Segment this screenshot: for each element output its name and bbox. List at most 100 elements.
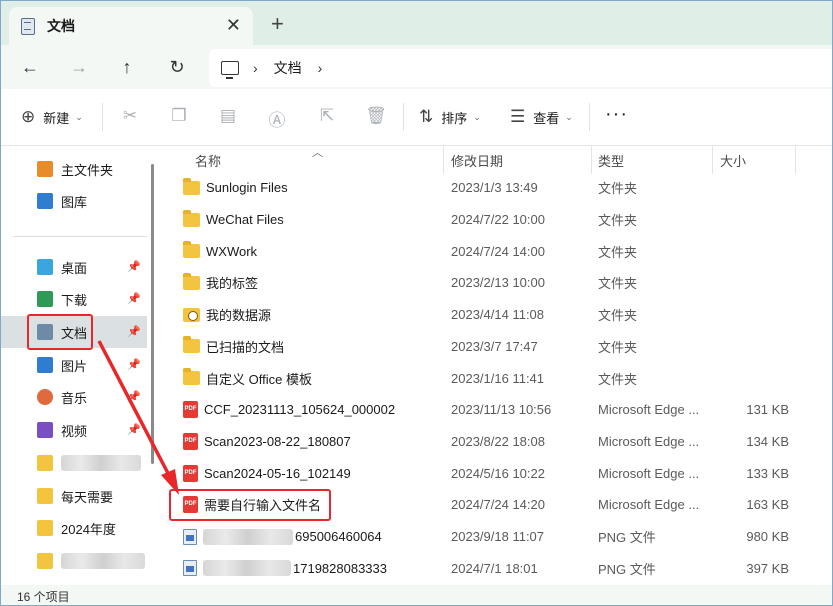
sidebar-item-daily[interactable]: 每天需要	[1, 480, 147, 512]
column-header-size[interactable]: 大小	[720, 146, 746, 174]
column-divider[interactable]	[591, 146, 592, 174]
file-date: 2024/5/16 10:22	[451, 465, 545, 481]
sidebar-item-desktop[interactable]: 桌面 📌	[1, 251, 147, 283]
column-divider[interactable]	[712, 146, 713, 174]
close-tab-icon[interactable]: ✕	[226, 16, 241, 34]
table-row[interactable]: PDF CCF_20231113_105624_000002 2023/11/13…	[161, 394, 832, 426]
column-divider[interactable]	[795, 146, 796, 174]
back-button[interactable]: ←	[17, 55, 43, 79]
sidebar-scrollbar[interactable]	[151, 164, 154, 464]
video-icon	[37, 422, 53, 438]
table-row[interactable]: PDF Scan2024-05-16_102149 2024/5/16 10:22…	[161, 457, 832, 489]
sidebar-item-label: 图库	[61, 194, 88, 210]
sidebar-item-home[interactable]: 主文件夹	[1, 153, 147, 185]
file-type: 文件夹	[598, 339, 638, 355]
home-icon	[37, 161, 53, 177]
file-date: 2023/4/14 11:08	[451, 307, 545, 323]
file-date: 2023/3/7 17:47	[451, 338, 538, 354]
command-bar: ⊕ 新建 ⌄ ✂ ❐ ▤ Ⓐ ⇱ 🗑 ⇅ 排序 ⌄ ☰ 查看 ⌄ ···	[1, 89, 832, 146]
toolbar-divider	[589, 103, 590, 131]
file-type: 文件夹	[598, 371, 638, 387]
table-row[interactable]: 自定义 Office 模板 2023/1/16 11:41 文件夹	[161, 362, 832, 394]
paste-icon[interactable]: ▤	[217, 106, 239, 126]
sidebar-item-redacted-folder[interactable]	[1, 447, 147, 479]
file-size: 397 KB	[746, 560, 789, 576]
file-type: 文件夹	[598, 244, 638, 260]
file-name: 我的标签	[206, 276, 259, 292]
pin-icon[interactable]: 📌	[127, 260, 141, 273]
this-pc-icon[interactable]	[221, 61, 239, 79]
file-name: 695006460064	[295, 529, 382, 545]
pin-icon[interactable]: 📌	[127, 325, 141, 338]
sidebar-item-redacted-folder[interactable]	[1, 545, 147, 577]
file-name-cell: 我的数据源	[183, 299, 271, 331]
sort-button[interactable]: ⇅ 排序 ⌄	[419, 105, 481, 129]
file-date: 2023/11/13 10:56	[451, 402, 552, 418]
column-divider[interactable]	[443, 146, 444, 174]
forward-button[interactable]: →	[66, 55, 92, 79]
sidebar-item-pictures[interactable]: 图片 📌	[1, 349, 147, 381]
breadcrumb-separator[interactable]: ›	[318, 60, 323, 76]
music-icon	[37, 389, 53, 405]
refresh-button[interactable]: ↻	[164, 55, 190, 79]
sidebar-item-label: 每天需要	[61, 489, 114, 505]
table-row[interactable]: 我的标签 2023/2/13 10:00 文件夹	[161, 267, 832, 299]
sidebar-item-label: 下载	[61, 292, 88, 308]
column-header-date[interactable]: 修改日期	[451, 146, 503, 174]
file-type: 文件夹	[598, 308, 638, 324]
tab-title: 文档	[47, 18, 75, 34]
table-row[interactable]: 我的数据源 2023/4/14 11:08 文件夹	[161, 299, 832, 331]
data-source-folder-icon	[183, 307, 200, 322]
folder-icon	[183, 272, 200, 290]
file-size	[721, 235, 789, 267]
breadcrumb-separator[interactable]: ›	[253, 60, 258, 76]
pin-icon[interactable]: 📌	[127, 358, 141, 371]
documents-icon	[21, 17, 35, 35]
file-size	[721, 204, 789, 236]
column-header-type[interactable]: 类型	[598, 146, 624, 174]
table-row[interactable]: Sunlogin Files 2023/1/3 13:49 文件夹	[161, 172, 832, 204]
file-type: Microsoft Edge ...	[598, 465, 700, 481]
sidebar-item-videos[interactable]: 视频 📌	[1, 414, 147, 446]
file-name: 已扫描的文档	[206, 339, 285, 355]
rename-icon[interactable]: Ⓐ	[266, 106, 288, 131]
file-date: 2023/2/13 10:00	[451, 275, 545, 291]
table-row[interactable]: 695006460064 2023/9/18 11:07 PNG 文件 980 …	[161, 521, 832, 553]
file-size: 980 KB	[746, 529, 789, 545]
table-row[interactable]: 1719828083333 2024/7/1 18:01 PNG 文件 397 …	[161, 552, 832, 584]
folder-icon	[183, 209, 200, 227]
tab-documents[interactable]: 文档 ✕	[9, 7, 253, 45]
new-button[interactable]: ⊕ 新建 ⌄	[21, 105, 83, 129]
file-date: 2023/1/3 13:49	[451, 180, 538, 196]
sidebar-item-music[interactable]: 音乐 📌	[1, 381, 147, 413]
more-options-button[interactable]: ···	[605, 103, 628, 126]
pin-icon[interactable]: 📌	[127, 423, 141, 436]
delete-icon[interactable]: 🗑	[365, 106, 387, 126]
file-type: Microsoft Edge ...	[598, 433, 700, 449]
address-bar[interactable]: › 文档 ›	[209, 49, 832, 87]
up-button[interactable]: ↑	[114, 55, 140, 79]
table-row[interactable]: WXWork 2024/7/24 14:00 文件夹	[161, 235, 832, 267]
sidebar-item-gallery[interactable]: 图库	[1, 185, 147, 217]
file-name: WeChat Files	[206, 212, 284, 228]
new-tab-button[interactable]: +	[271, 13, 284, 35]
pin-icon[interactable]: 📌	[127, 390, 141, 403]
copy-icon[interactable]: ❐	[168, 106, 190, 126]
table-row[interactable]: 已扫描的文档 2023/3/7 17:47 文件夹	[161, 331, 832, 363]
file-name: Scan2024-05-16_102149	[204, 465, 351, 481]
table-row[interactable]: PDF Scan2023-08-22_180807 2023/8/22 18:08…	[161, 426, 832, 458]
file-size: 131 KB	[746, 402, 789, 418]
share-icon[interactable]: ⇱	[316, 106, 338, 126]
sidebar-item-2024[interactable]: 2024年度	[1, 512, 147, 544]
file-type: Microsoft Edge ...	[598, 497, 700, 513]
pin-icon[interactable]: 📌	[127, 292, 141, 305]
breadcrumb-documents[interactable]: 文档	[274, 58, 302, 78]
download-icon	[37, 291, 53, 307]
view-button[interactable]: ☰ 查看 ⌄	[510, 105, 573, 129]
sidebar-item-downloads[interactable]: 下载 📌	[1, 283, 147, 315]
table-row[interactable]: WeChat Files 2024/7/22 10:00 文件夹	[161, 204, 832, 236]
cut-icon[interactable]: ✂	[119, 106, 141, 126]
column-header-name[interactable]: 名称	[195, 146, 221, 174]
add-circle-icon: ⊕	[21, 107, 36, 126]
file-type: PNG 文件	[598, 561, 656, 577]
